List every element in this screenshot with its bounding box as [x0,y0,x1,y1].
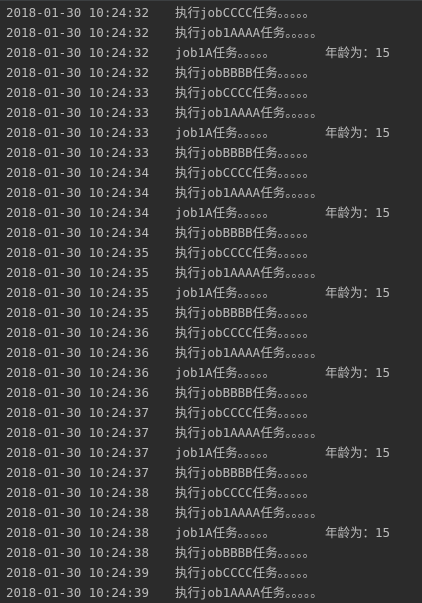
log-message: job1A任务。。。。。 [175,445,276,460]
log-message: 执行job1AAAA任务。。。。。 [175,25,323,40]
console-line: 2018-01-30 10:24:34 job1A任务。。。。。 年龄为：15 [0,203,422,223]
console-line: 2018-01-30 10:24:32 执行jobCCCC任务。。。。。 [0,3,422,23]
log-timestamp: 2018-01-30 10:24:36 [6,365,149,380]
log-age: 年龄为：15 [325,125,391,140]
log-timestamp: 2018-01-30 10:24:37 [6,405,149,420]
log-message: job1A任务。。。。。 [175,285,276,300]
log-message: 执行jobBBBB任务。。。。。 [175,545,316,560]
log-timestamp: 2018-01-30 10:24:39 [6,565,149,580]
log-message: 执行job1AAAA任务。。。。。 [175,585,323,600]
log-age: 年龄为：15 [325,285,391,300]
log-message: job1A任务。。。。。 [175,365,276,380]
log-message: 执行jobCCCC任务。。。。。 [175,325,316,340]
log-timestamp: 2018-01-30 10:24:32 [6,45,149,60]
console-line: 2018-01-30 10:24:34 执行job1AAAA任务。。。。。 [0,183,422,203]
log-timestamp: 2018-01-30 10:24:34 [6,185,149,200]
log-timestamp: 2018-01-30 10:24:33 [6,145,149,160]
log-timestamp: 2018-01-30 10:24:33 [6,85,149,100]
log-message: 执行jobBBBB任务。。。。。 [175,385,316,400]
log-timestamp: 2018-01-30 10:24:34 [6,225,149,240]
console-line: 2018-01-30 10:24:37 执行jobBBBB任务。。。。。 [0,463,422,483]
log-timestamp: 2018-01-30 10:24:36 [6,345,149,360]
log-message: 执行jobCCCC任务。。。。。 [175,565,316,580]
log-timestamp: 2018-01-30 10:24:36 [6,385,149,400]
console-line: 2018-01-30 10:24:33 执行job1AAAA任务。。。。。 [0,103,422,123]
console-line: 2018-01-30 10:24:34 执行jobBBBB任务。。。。。 [0,223,422,243]
log-timestamp: 2018-01-30 10:24:33 [6,125,149,140]
console-line: 2018-01-30 10:24:33 job1A任务。。。。。 年龄为：15 [0,123,422,143]
console-line: 2018-01-30 10:24:33 执行jobBBBB任务。。。。。 [0,143,422,163]
log-message: 执行job1AAAA任务。。。。。 [175,105,323,120]
log-message: 执行jobCCCC任务。。。。。 [175,485,316,500]
log-message: 执行jobCCCC任务。。。。。 [175,5,316,20]
console-line: 2018-01-30 10:24:35 执行job1AAAA任务。。。。。 [0,263,422,283]
log-message: 执行jobBBBB任务。。。。。 [175,65,316,80]
log-timestamp: 2018-01-30 10:24:35 [6,305,149,320]
console-line: 2018-01-30 10:24:35 执行jobCCCC任务。。。。。 [0,243,422,263]
log-timestamp: 2018-01-30 10:24:32 [6,25,149,40]
console-line: 2018-01-30 10:24:38 job1A任务。。。。。 年龄为：15 [0,523,422,543]
console-line: 2018-01-30 10:24:35 job1A任务。。。。。 年龄为：15 [0,283,422,303]
log-age: 年龄为：15 [325,525,391,540]
console-line: 2018-01-30 10:24:36 执行jobBBBB任务。。。。。 [0,383,422,403]
console-line: 2018-01-30 10:24:38 执行job1AAAA任务。。。。。 [0,503,422,523]
log-timestamp: 2018-01-30 10:24:33 [6,105,149,120]
log-age: 年龄为：15 [325,445,391,460]
console-line: 2018-01-30 10:24:32 job1A任务。。。。。 年龄为：15 [0,43,422,63]
log-message: 执行jobCCCC任务。。。。。 [175,245,316,260]
console-line: 2018-01-30 10:24:32 执行jobBBBB任务。。。。。 [0,63,422,83]
log-message: 执行jobCCCC任务。。。。。 [175,165,316,180]
log-message: 执行jobCCCC任务。。。。。 [175,405,316,420]
log-message: 执行jobBBBB任务。。。。。 [175,145,316,160]
log-message: job1A任务。。。。。 [175,45,276,60]
log-age: 年龄为：15 [325,205,391,220]
log-timestamp: 2018-01-30 10:24:37 [6,465,149,480]
log-message: 执行job1AAAA任务。。。。。 [175,505,323,520]
log-timestamp: 2018-01-30 10:24:35 [6,285,149,300]
log-timestamp: 2018-01-30 10:24:34 [6,205,149,220]
console-line: 2018-01-30 10:24:37 执行jobCCCC任务。。。。。 [0,403,422,423]
log-timestamp: 2018-01-30 10:24:38 [6,545,149,560]
log-message: 执行job1AAAA任务。。。。。 [175,425,323,440]
log-message: 执行jobCCCC任务。。。。。 [175,85,316,100]
console-line: 2018-01-30 10:24:34 执行jobCCCC任务。。。。。 [0,163,422,183]
console-output[interactable]: 2018-01-30 10:24:32 执行jobCCCC任务。。。。。 2018… [0,0,422,603]
log-message: 执行job1AAAA任务。。。。。 [175,265,323,280]
console-line: 2018-01-30 10:24:36 job1A任务。。。。。 年龄为：15 [0,363,422,383]
log-timestamp: 2018-01-30 10:24:38 [6,485,149,500]
log-timestamp: 2018-01-30 10:24:37 [6,445,149,460]
log-timestamp: 2018-01-30 10:24:32 [6,5,149,20]
log-timestamp: 2018-01-30 10:24:38 [6,525,149,540]
console-line: 2018-01-30 10:24:36 执行job1AAAA任务。。。。。 [0,343,422,363]
log-message: job1A任务。。。。。 [175,525,276,540]
console-line: 2018-01-30 10:24:37 job1A任务。。。。。 年龄为：15 [0,443,422,463]
log-timestamp: 2018-01-30 10:24:39 [6,585,149,600]
log-message: job1A任务。。。。。 [175,125,276,140]
console-line: 2018-01-30 10:24:38 执行jobCCCC任务。。。。。 [0,483,422,503]
log-timestamp: 2018-01-30 10:24:35 [6,265,149,280]
console-line: 2018-01-30 10:24:38 执行jobBBBB任务。。。。。 [0,543,422,563]
log-timestamp: 2018-01-30 10:24:35 [6,245,149,260]
console-line: 2018-01-30 10:24:36 执行jobCCCC任务。。。。。 [0,323,422,343]
log-timestamp: 2018-01-30 10:24:32 [6,65,149,80]
console-line: 2018-01-30 10:24:33 执行jobCCCC任务。。。。。 [0,83,422,103]
log-age: 年龄为：15 [325,45,391,60]
console-line: 2018-01-30 10:24:39 执行jobCCCC任务。。。。。 [0,563,422,583]
log-timestamp: 2018-01-30 10:24:36 [6,325,149,340]
log-timestamp: 2018-01-30 10:24:37 [6,425,149,440]
log-age: 年龄为：15 [325,365,391,380]
log-message: job1A任务。。。。。 [175,205,276,220]
log-timestamp: 2018-01-30 10:24:34 [6,165,149,180]
console-line: 2018-01-30 10:24:32 执行job1AAAA任务。。。。。 [0,23,422,43]
console-line: 2018-01-30 10:24:39 执行job1AAAA任务。。。。。 [0,583,422,603]
log-message: 执行job1AAAA任务。。。。。 [175,345,323,360]
log-message: 执行jobBBBB任务。。。。。 [175,305,316,320]
log-message: 执行job1AAAA任务。。。。。 [175,185,323,200]
console-line: 2018-01-30 10:24:35 执行jobBBBB任务。。。。。 [0,303,422,323]
console-line: 2018-01-30 10:24:37 执行job1AAAA任务。。。。。 [0,423,422,443]
log-message: 执行jobBBBB任务。。。。。 [175,465,316,480]
log-message: 执行jobBBBB任务。。。。。 [175,225,316,240]
log-timestamp: 2018-01-30 10:24:38 [6,505,149,520]
